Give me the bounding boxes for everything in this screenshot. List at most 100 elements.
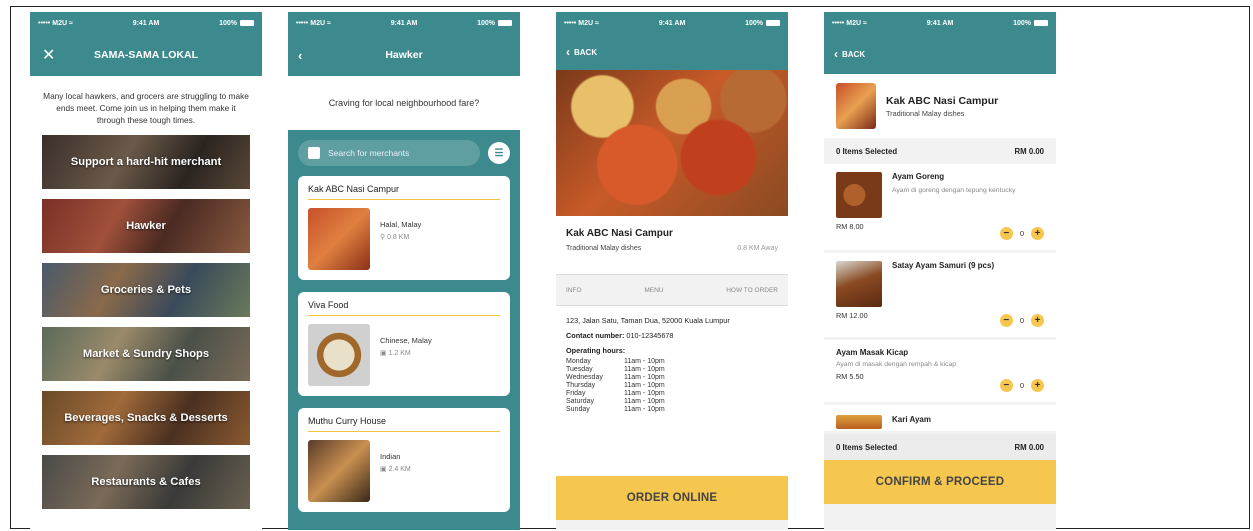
category-restaurants[interactable]: Restaurants & Cafes <box>42 455 250 510</box>
search-input[interactable]: Search for merchants <box>298 140 480 166</box>
hours-time: 11am - 10pm <box>624 366 665 373</box>
wifi-icon: ≈ <box>69 19 73 27</box>
map-icon: ▣ <box>380 465 387 473</box>
status-bar: ••••• M2U ≈ 9:41 AM 100% <box>556 12 788 34</box>
back-button[interactable]: ‹ BACK <box>834 47 865 61</box>
carrier-label: M2U <box>52 19 68 27</box>
back-label: BACK <box>574 47 598 57</box>
battery-icon <box>497 20 512 26</box>
status-bar: ••••• M2U ≈ 9:41 AM 100% <box>824 12 1056 34</box>
order-total: RM 0.00 <box>1014 442 1044 452</box>
nav-bar: ✕ SAMA-SAMA LOKAL <box>30 34 262 76</box>
item-name: Satay Ayam Samuri (9 pcs) <box>892 261 995 270</box>
intro-text: Many local hawkers, and grocers are stru… <box>43 91 249 126</box>
merchant-name: Viva Food <box>308 300 500 316</box>
merchant-cuisine: Indian <box>380 452 401 461</box>
category-hawker[interactable]: Hawker <box>42 199 250 254</box>
screen-merchant-detail: ••••• M2U ≈ 9:41 AM 100% ‹ BACK Kak ABC Nas… <box>556 12 788 530</box>
merchant-photo <box>308 324 370 386</box>
location-pin-icon: ⚲ <box>380 233 386 241</box>
tab-menu[interactable]: MENU <box>644 287 663 294</box>
merchant-name: Muthu Curry House <box>308 416 500 432</box>
clock: 9:41 AM <box>132 19 160 27</box>
minus-button[interactable]: − <box>999 314 1013 327</box>
merchant-card[interactable]: Kak ABC Nasi Campur Halal, Malay ⚲ 0.8 K… <box>298 176 510 280</box>
screen-hawker-list: ••••• M2U ≈ 9:41 AM 100% ‹ Hawker Craving … <box>288 12 520 530</box>
hours-day: Tuesday <box>566 366 593 373</box>
merchant-card[interactable]: Muthu Curry House Indian ▣ 2.4 KM <box>298 408 510 512</box>
items-selected: 0 Items Selected <box>836 442 898 452</box>
merchant-name: Kak ABC Nasi Campur <box>886 94 999 107</box>
hours-table: Monday 11am - 10pm Tuesday 11am - 10pm Wed… <box>566 358 778 413</box>
status-bar: ••••• M2U ≈ 9:41 AM 100% <box>288 12 520 34</box>
item-name: Kari Ayam <box>892 415 931 424</box>
contact-label: Contact number: <box>566 331 625 340</box>
category-beverages[interactable]: Beverages, Snacks & Desserts <box>42 391 250 446</box>
battery-icon <box>239 20 254 26</box>
quantity-stepper: − 0 + <box>999 379 1044 392</box>
selection-summary-bottom: 0 Items Selected RM 0.00 <box>824 434 1056 460</box>
merchant-card[interactable]: Viva Food Chinese, Malay ▣ 1.2 KM <box>298 292 510 396</box>
hours-day: Sunday <box>566 406 590 413</box>
category-support-merchant[interactable]: Support a hard-hit merchant <box>42 135 250 190</box>
clock: 9:41 AM <box>926 19 954 27</box>
merchant-distance: 0.8 KM <box>387 233 410 241</box>
minus-button[interactable]: − <box>999 227 1013 240</box>
nav-bar: ‹ BACK <box>556 34 788 70</box>
item-photo <box>836 261 882 307</box>
hours-time: 11am - 10pm <box>624 382 665 389</box>
wifi-icon: ≈ <box>863 19 867 27</box>
tab-how-to-order[interactable]: HOW TO ORDER <box>726 287 778 294</box>
tab-info[interactable]: INFO <box>566 287 582 294</box>
category-label: Support a hard-hit merchant <box>70 156 222 169</box>
merchant-hero-image <box>556 70 788 216</box>
contact-number[interactable]: 010-12345678 <box>626 331 673 340</box>
merchant-cuisine: Halal, Malay <box>380 220 422 229</box>
merchant-distance: 0.8 KM Away <box>737 245 778 252</box>
category-market[interactable]: Market & Sundry Shops <box>42 327 250 382</box>
screen-order-menu: ••••• M2U ≈ 9:41 AM 100% ‹ BACK Kak ABC Nas… <box>824 12 1056 530</box>
hours-time: 11am - 10pm <box>624 358 665 365</box>
battery-label: 100% <box>219 19 237 27</box>
filter-icon[interactable]: ☰ <box>488 142 510 164</box>
merchant-thumbnail <box>836 83 876 129</box>
plus-button[interactable]: + <box>1031 314 1044 327</box>
confirm-proceed-button[interactable]: CONFIRM & PROCEED <box>824 460 1056 504</box>
items-selected: 0 Items Selected <box>836 146 898 156</box>
carrier-label: M2U <box>310 19 326 27</box>
merchant-cuisine: Chinese, Malay <box>380 336 432 345</box>
merchant-photo <box>308 440 370 502</box>
plus-button[interactable]: + <box>1031 379 1044 392</box>
hours-day: Thursday <box>566 382 596 389</box>
category-label: Beverages, Snacks & Desserts <box>64 412 228 425</box>
minus-button[interactable]: − <box>999 379 1013 392</box>
nav-bar: ‹ BACK <box>824 34 1056 74</box>
hours-time: 11am - 10pm <box>624 398 665 405</box>
page-title: Hawker <box>385 49 423 61</box>
map-icon: ▣ <box>380 349 387 357</box>
item-quantity: 0 <box>1019 229 1024 238</box>
category-groceries[interactable]: Groceries & Pets <box>42 263 250 318</box>
order-online-button[interactable]: ORDER ONLINE <box>556 476 788 520</box>
item-photo <box>836 172 882 218</box>
item-quantity: 0 <box>1019 316 1024 325</box>
merchant-name: Kak ABC Nasi Campur <box>566 228 673 239</box>
search-placeholder: Search for merchants <box>328 148 410 158</box>
item-name: Ayam Goreng <box>892 172 945 181</box>
quantity-stepper: − 0 + <box>999 227 1044 240</box>
selection-summary: 0 Items Selected RM 0.00 <box>824 138 1056 164</box>
item-name: Ayam Masak Kicap <box>836 348 909 357</box>
carrier-label: M2U <box>578 19 594 27</box>
back-button[interactable]: ‹ BACK <box>566 45 597 59</box>
wifi-icon: ≈ <box>327 19 331 27</box>
item-description: Ayam di goreng dengan tepung kentucky <box>892 187 1016 194</box>
page-title: SAMA-SAMA LOKAL <box>93 49 198 61</box>
chevron-left-icon: ‹ <box>834 47 838 61</box>
search-checkbox-icon <box>308 147 320 159</box>
nav-bar: ‹ Hawker <box>288 34 520 76</box>
battery-label: 100% <box>477 19 495 27</box>
status-bar: ••••• M2U ≈ 9:41 AM 100% <box>30 12 262 34</box>
battery-label: 100% <box>745 19 763 27</box>
plus-button[interactable]: + <box>1031 227 1044 240</box>
hours-time: 11am - 10pm <box>624 390 665 397</box>
